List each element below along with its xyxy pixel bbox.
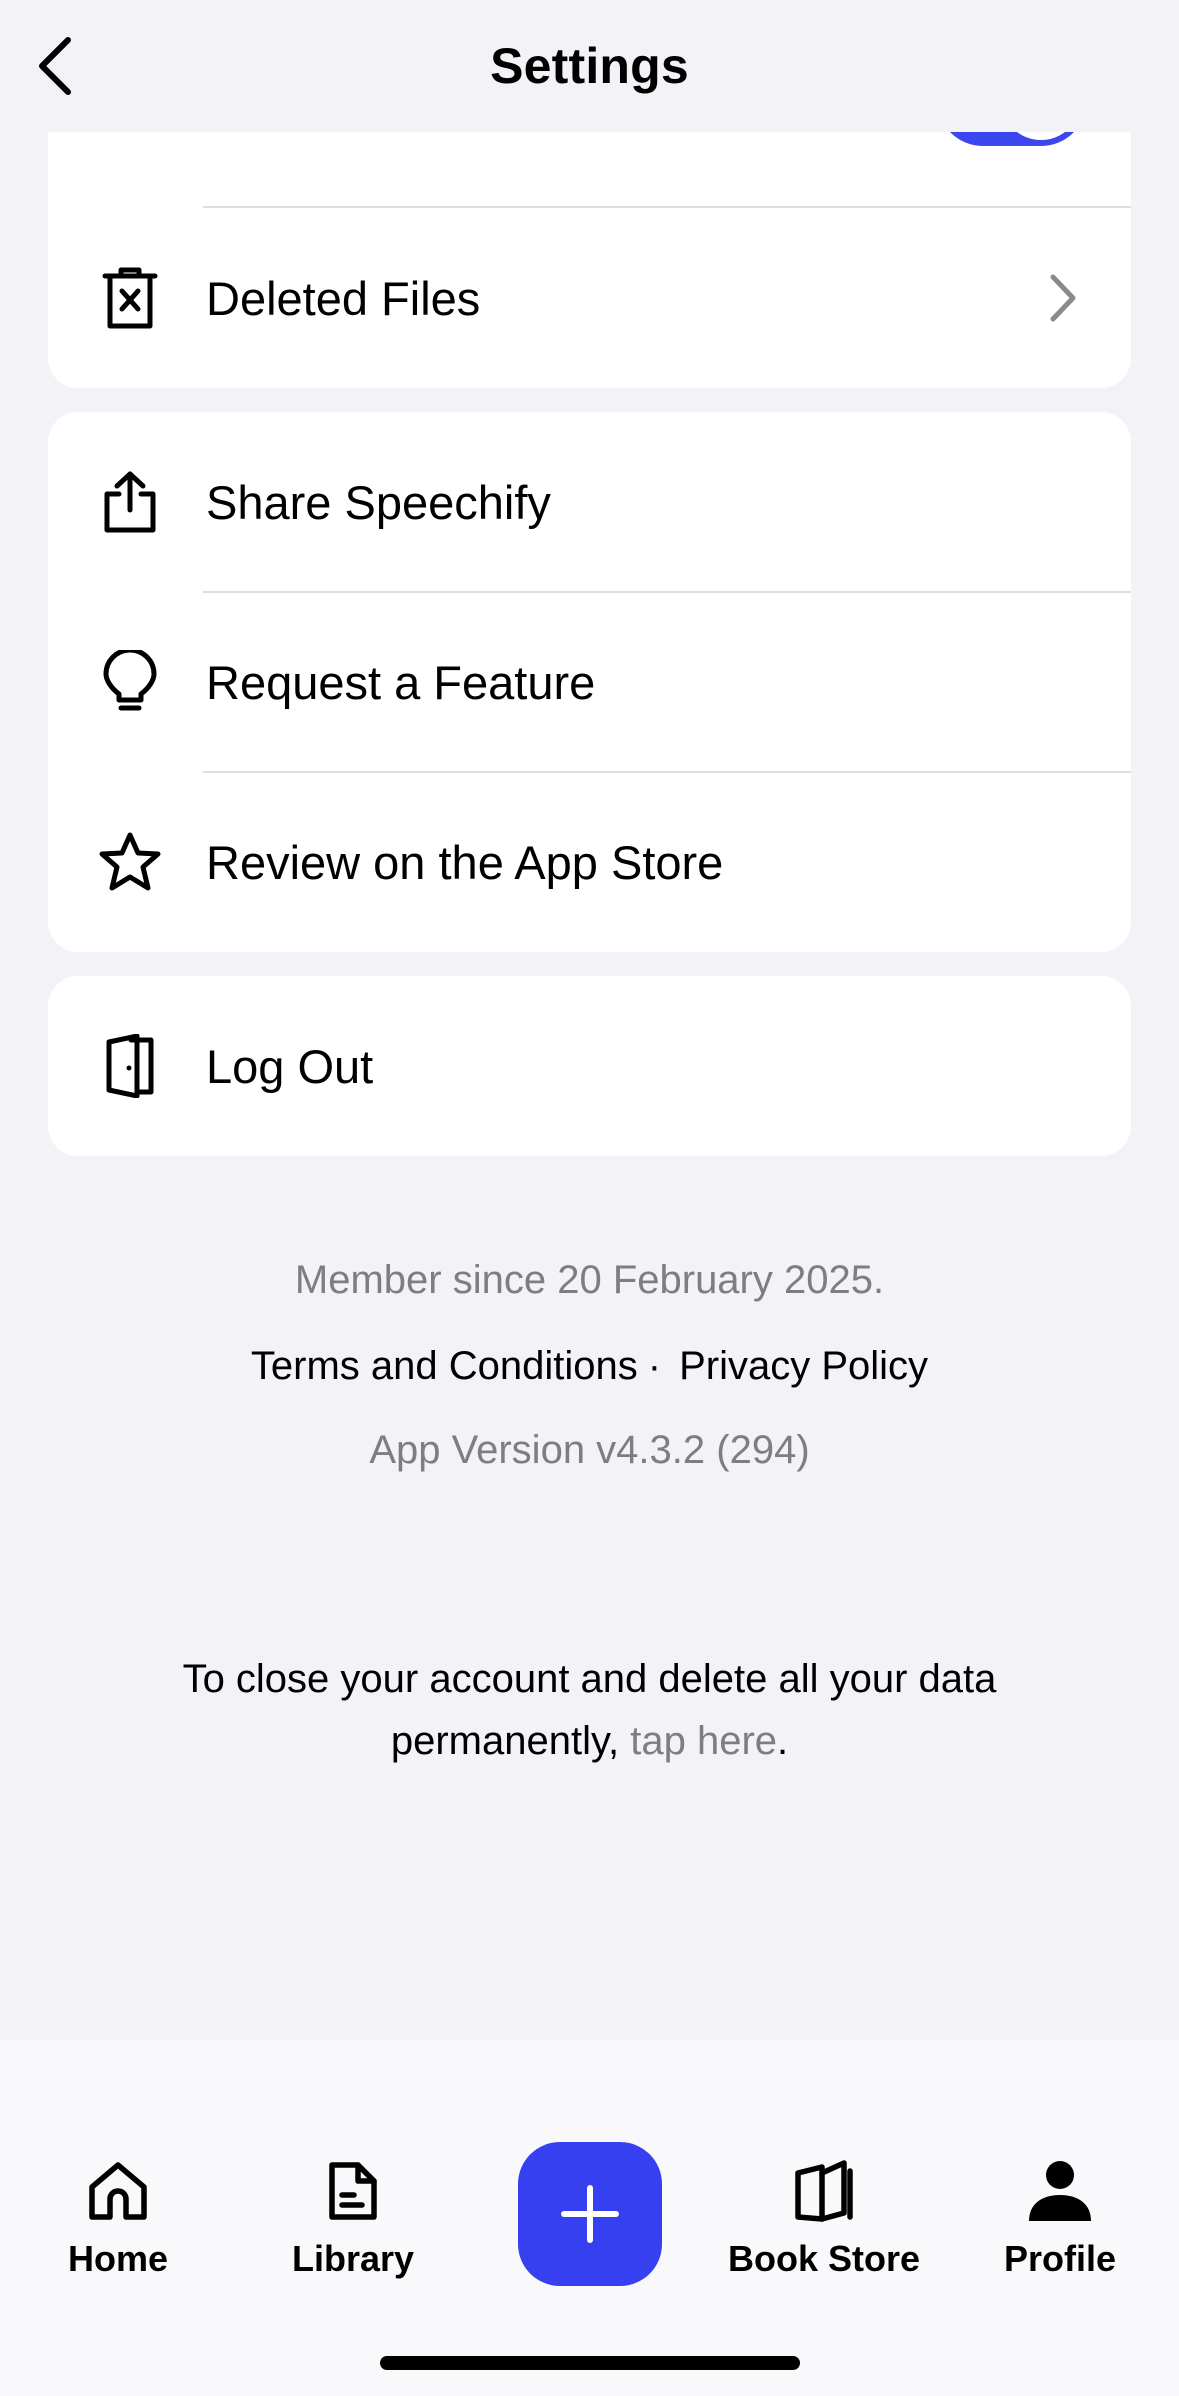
add-button[interactable] [518, 2142, 662, 2286]
document-icon [253, 2152, 453, 2230]
row-request-feature[interactable]: Request a Feature [48, 592, 1131, 772]
back-button[interactable] [18, 30, 90, 102]
row-deleted-files[interactable]: Deleted Files [48, 208, 1131, 388]
row-label: Request a Feature [206, 655, 596, 709]
row-share-speechify[interactable]: Share Speechify [48, 412, 1131, 592]
tab-label: Home [67, 2238, 169, 2279]
settings-card-account: Log Out [48, 976, 1131, 1156]
star-icon [98, 830, 162, 894]
row-log-out[interactable]: Log Out [48, 976, 1131, 1156]
tab-profile[interactable]: Profile [960, 2152, 1160, 2280]
tab-label: Library [291, 2238, 415, 2279]
close-account-text: To close your account and delete all you… [100, 1648, 1079, 1772]
settings-card-community: Share Speechify Request a Feature Review… [48, 412, 1131, 952]
tab-book-store[interactable]: Book Store [724, 2152, 924, 2280]
close-account-message: To close your account and delete all you… [182, 1657, 997, 1763]
settings-card-storage: Deleted Files [48, 132, 1131, 388]
nav-header: Settings [0, 0, 1179, 132]
book-icon [724, 2152, 924, 2230]
row-label: Log Out [206, 1039, 374, 1093]
lightbulb-icon [98, 650, 162, 714]
home-indicator[interactable] [380, 2356, 800, 2370]
chevron-left-icon [39, 37, 71, 95]
row-label: Deleted Files [206, 271, 481, 325]
row-label: Review on the App Store [206, 835, 724, 889]
close-account-period: . [777, 1719, 789, 1763]
page-title: Settings [490, 38, 689, 94]
plus-icon [561, 2185, 619, 2243]
tap-here-link[interactable]: tap here [630, 1719, 777, 1763]
settings-screen: Deleted Files Share Speechify Request a … [0, 0, 1179, 2396]
tab-home[interactable]: Home [18, 2152, 218, 2280]
bottom-tab-bar: Home Library Book Store Profile [0, 2040, 1179, 2396]
home-icon [18, 2152, 218, 2230]
app-version-text: App Version v4.3.2 (294) [369, 1428, 810, 1472]
privacy-link[interactable]: Privacy Policy [679, 1344, 928, 1388]
row-review-app-store[interactable]: Review on the App Store [48, 772, 1131, 952]
row-label: Share Speechify [206, 475, 551, 529]
chevron-right-icon [1043, 268, 1083, 328]
share-icon [98, 470, 162, 534]
trash-x-icon [98, 266, 162, 330]
tab-label: Profile [1003, 2238, 1117, 2279]
tab-library[interactable]: Library [253, 2152, 453, 2280]
legal-links: Terms and Conditions · Privacy Policy [0, 1344, 1179, 1389]
terms-link[interactable]: Terms and Conditions [251, 1344, 638, 1388]
toggle-knob [1001, 132, 1081, 140]
tab-label: Book Store [727, 2238, 921, 2279]
door-exit-icon [98, 1034, 162, 1098]
member-since-text: Member since 20 February 2025. [294, 1258, 885, 1302]
link-separator: · [647, 1344, 662, 1388]
person-icon [960, 2152, 1160, 2230]
toggle-switch[interactable] [937, 132, 1087, 146]
